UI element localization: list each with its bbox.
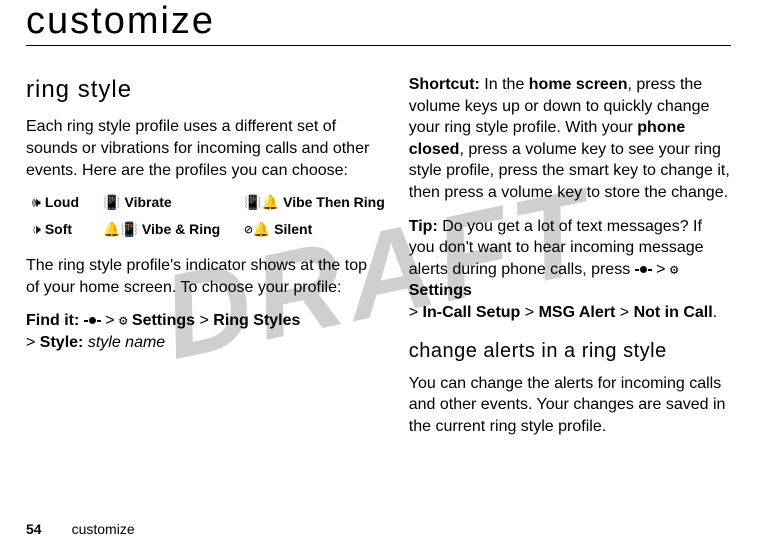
find-it-label: Find it: [26, 312, 79, 329]
shortcut-paragraph: Shortcut: In the home screen, press the … [409, 74, 731, 204]
vibe-and-ring-icon: 🔔📳 [103, 223, 138, 237]
separator: > [656, 261, 665, 278]
indicator-paragraph: The ring style profile's indicator shows… [26, 255, 385, 298]
home-screen-term: home screen [529, 76, 628, 93]
section-heading-change-alerts: change alerts in a ring style [409, 338, 731, 365]
tip-paragraph: Tip: Do you get a lot of text messages? … [409, 216, 731, 324]
settings-icon: ⚙ [670, 262, 678, 278]
columns: ring style Each ring style profile uses … [26, 74, 731, 449]
soft-icon: 🕩 [32, 223, 41, 237]
silent-icon: ⊘🔔 [244, 223, 270, 237]
separator: > [199, 312, 208, 329]
left-column: ring style Each ring style profile uses … [26, 74, 385, 449]
footer-section: customize [72, 521, 135, 537]
style-name-placeholder: style name [88, 334, 165, 351]
right-column: Shortcut: In the home screen, press the … [409, 74, 731, 449]
style-vibe-then-ring: 📳🔔 Vibe Then Ring [244, 193, 385, 212]
style-vibe-and-ring: 🔔📳 Vibe & Ring [103, 220, 220, 239]
loud-icon: 🕪 [32, 196, 41, 210]
page-number: 54 [26, 521, 42, 537]
style-label: Soft [45, 220, 72, 239]
style-label: Vibe & Ring [142, 220, 220, 239]
menu-msg-alert: MSG Alert [539, 304, 616, 321]
tip-label: Tip: [409, 218, 438, 235]
separator: > [525, 304, 534, 321]
change-alerts-paragraph: You can change the alerts for incoming c… [409, 373, 731, 438]
vibrate-icon: 📳 [103, 196, 120, 210]
menu-not-in-call: Not in Call [634, 304, 713, 321]
period: . [713, 304, 717, 321]
style-soft: 🕩 Soft [32, 220, 79, 239]
style-label: Vibrate [124, 193, 171, 212]
page-title: customize [26, 0, 731, 46]
intro-paragraph: Each ring style profile uses a different… [26, 116, 385, 181]
vibe-then-ring-icon: 📳🔔 [244, 196, 279, 210]
page-content: customize ring style Each ring style pro… [0, 0, 757, 461]
style-silent: ⊘🔔 Silent [244, 220, 385, 239]
shortcut-label: Shortcut: [409, 76, 480, 93]
center-key-icon [635, 266, 652, 273]
separator: > [105, 312, 114, 329]
separator: > [26, 334, 35, 351]
style-label: Silent [274, 220, 312, 239]
style-label: Loud [45, 193, 79, 212]
separator: > [409, 304, 418, 321]
menu-settings: Settings [409, 282, 472, 299]
separator: > [620, 304, 629, 321]
page-footer: 54 customize [26, 521, 135, 537]
ring-styles-grid: 🕪 Loud 📳 Vibrate 📳🔔 Vibe Then Ring 🕩 Sof… [32, 193, 385, 239]
center-key-icon [84, 317, 101, 324]
settings-icon: ⚙ [119, 313, 127, 329]
style-loud: 🕪 Loud [32, 193, 79, 212]
menu-settings: Settings [132, 312, 195, 329]
find-it-line: Find it: > ⚙ Settings > Ring Styles > St… [26, 310, 385, 353]
menu-ring-styles: Ring Styles [213, 312, 300, 329]
section-heading-ring-style: ring style [26, 74, 385, 106]
menu-in-call-setup: In-Call Setup [423, 304, 521, 321]
style-vibrate: 📳 Vibrate [103, 193, 220, 212]
menu-style: Style: [40, 334, 84, 351]
text: In the [480, 76, 529, 93]
style-label: Vibe Then Ring [283, 193, 385, 212]
